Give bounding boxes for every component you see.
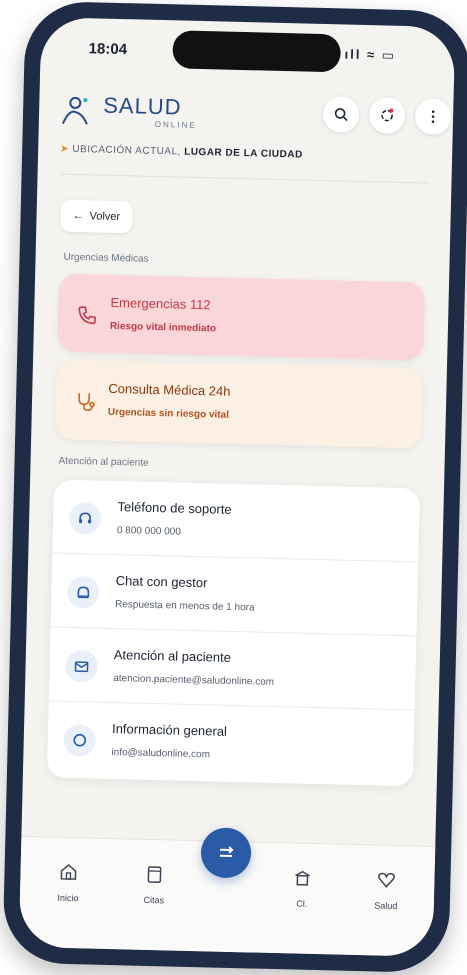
logo-subtext: ONLINE — [154, 119, 197, 130]
contact-subtitle: 0 800 000 000 — [116, 525, 181, 538]
heart-icon — [378, 872, 395, 888]
search-icon — [334, 108, 348, 122]
section-label-atencion: Atención al paciente — [58, 455, 149, 469]
contact-list: Teléfono de soporte 0 800 000 000 Chat c… — [46, 479, 421, 787]
headset-icon — [68, 501, 102, 535]
contact-title: Información general — [111, 721, 228, 739]
consult-card[interactable]: Consulta Médica 24h Urgencias sin riesgo… — [55, 359, 423, 449]
contact-subtitle: info@saludonline.com — [111, 747, 211, 761]
phone-frame: 18:04 ıll ≈ ▭ SALUD ONLINE ➤ UBICACIÓN A… — [2, 0, 467, 974]
home-icon — [60, 864, 77, 880]
contact-row-info[interactable]: Información general info@saludonline.com — [47, 701, 415, 784]
contact-subtitle: Respuesta en menos de 1 hora — [114, 599, 255, 614]
header-divider — [59, 173, 430, 184]
mail-icon — [65, 649, 98, 683]
consult-title: Consulta Médica 24h — [108, 380, 231, 399]
nav-center-action-button[interactable] — [200, 827, 252, 879]
nav-label: Salud — [374, 900, 398, 912]
contact-row-phone[interactable]: Teléfono de soporte 0 800 000 000 — [52, 480, 420, 563]
location-line[interactable]: ➤ UBICACIÓN ACTUAL, LUGAR DE LA CIUDAD — [60, 144, 303, 161]
search-button[interactable] — [322, 95, 360, 133]
more-vertical-icon — [431, 110, 435, 123]
consult-subtitle: Urgencias sin riesgo vital — [107, 406, 230, 421]
phone-icon — [78, 306, 96, 325]
nav-item-inicio[interactable]: Inicio — [38, 861, 99, 903]
clinic-icon — [295, 870, 310, 886]
more-menu-button[interactable] — [414, 98, 452, 136]
nav-item-clinica[interactable]: Cl. — [272, 867, 333, 909]
contact-title: Chat con gestor — [115, 573, 208, 591]
location-prefix: UBICACIÓN ACTUAL — [72, 143, 178, 158]
chat-icon — [66, 575, 100, 609]
notification-icon — [381, 108, 394, 122]
status-icons: ıll ≈ ▭ — [344, 46, 397, 63]
emergency-title: Emergencias 112 — [110, 294, 211, 313]
nav-item-salud[interactable]: Salud — [356, 869, 417, 911]
back-label: Volver — [89, 210, 121, 224]
back-button[interactable]: ← Volver — [60, 199, 133, 234]
bottom-navigation: Inicio Citas Cl. Salud — [18, 827, 436, 957]
back-arrow-icon: ← — [72, 209, 84, 223]
contact-row-mail[interactable]: Atención al paciente atencion.paciente@s… — [48, 627, 417, 711]
contact-row-chat[interactable]: Chat con gestor Respuesta en menos de 1 … — [50, 554, 419, 637]
emergency-card[interactable]: Emergencias 112 Riesgo vital inmediato — [57, 273, 426, 361]
calendar-icon — [147, 866, 162, 883]
transfer-icon — [219, 846, 234, 857]
logo-text: SALUD — [102, 92, 182, 120]
nav-item-citas[interactable]: Citas — [124, 863, 185, 905]
section-label-urgencias: Urgencias Médicas — [63, 251, 149, 265]
stethoscope-icon — [78, 393, 95, 412]
app-logo[interactable]: SALUD ONLINE — [59, 90, 210, 134]
logo-person-icon — [61, 96, 88, 125]
location-value: LUGAR DE LA CIUDAD — [184, 146, 303, 161]
contact-subtitle: atencion.paciente@saludonline.com — [113, 673, 275, 688]
app-screen: 18:04 ıll ≈ ▭ SALUD ONLINE ➤ UBICACIÓN A… — [18, 17, 456, 957]
nav-label: Inicio — [57, 892, 79, 904]
nav-label: Cl. — [296, 898, 308, 909]
contact-title: Atención al paciente — [113, 647, 232, 665]
contact-title: Teléfono de soporte — [117, 499, 232, 517]
info-icon — [63, 723, 97, 757]
nav-label: Citas — [143, 894, 165, 906]
location-pin-icon: ➤ — [60, 143, 70, 155]
emergency-subtitle: Riesgo vital inmediato — [109, 320, 217, 335]
notifications-button[interactable] — [368, 97, 406, 134]
dynamic-island — [172, 30, 342, 73]
status-time: 18:04 — [88, 40, 128, 59]
